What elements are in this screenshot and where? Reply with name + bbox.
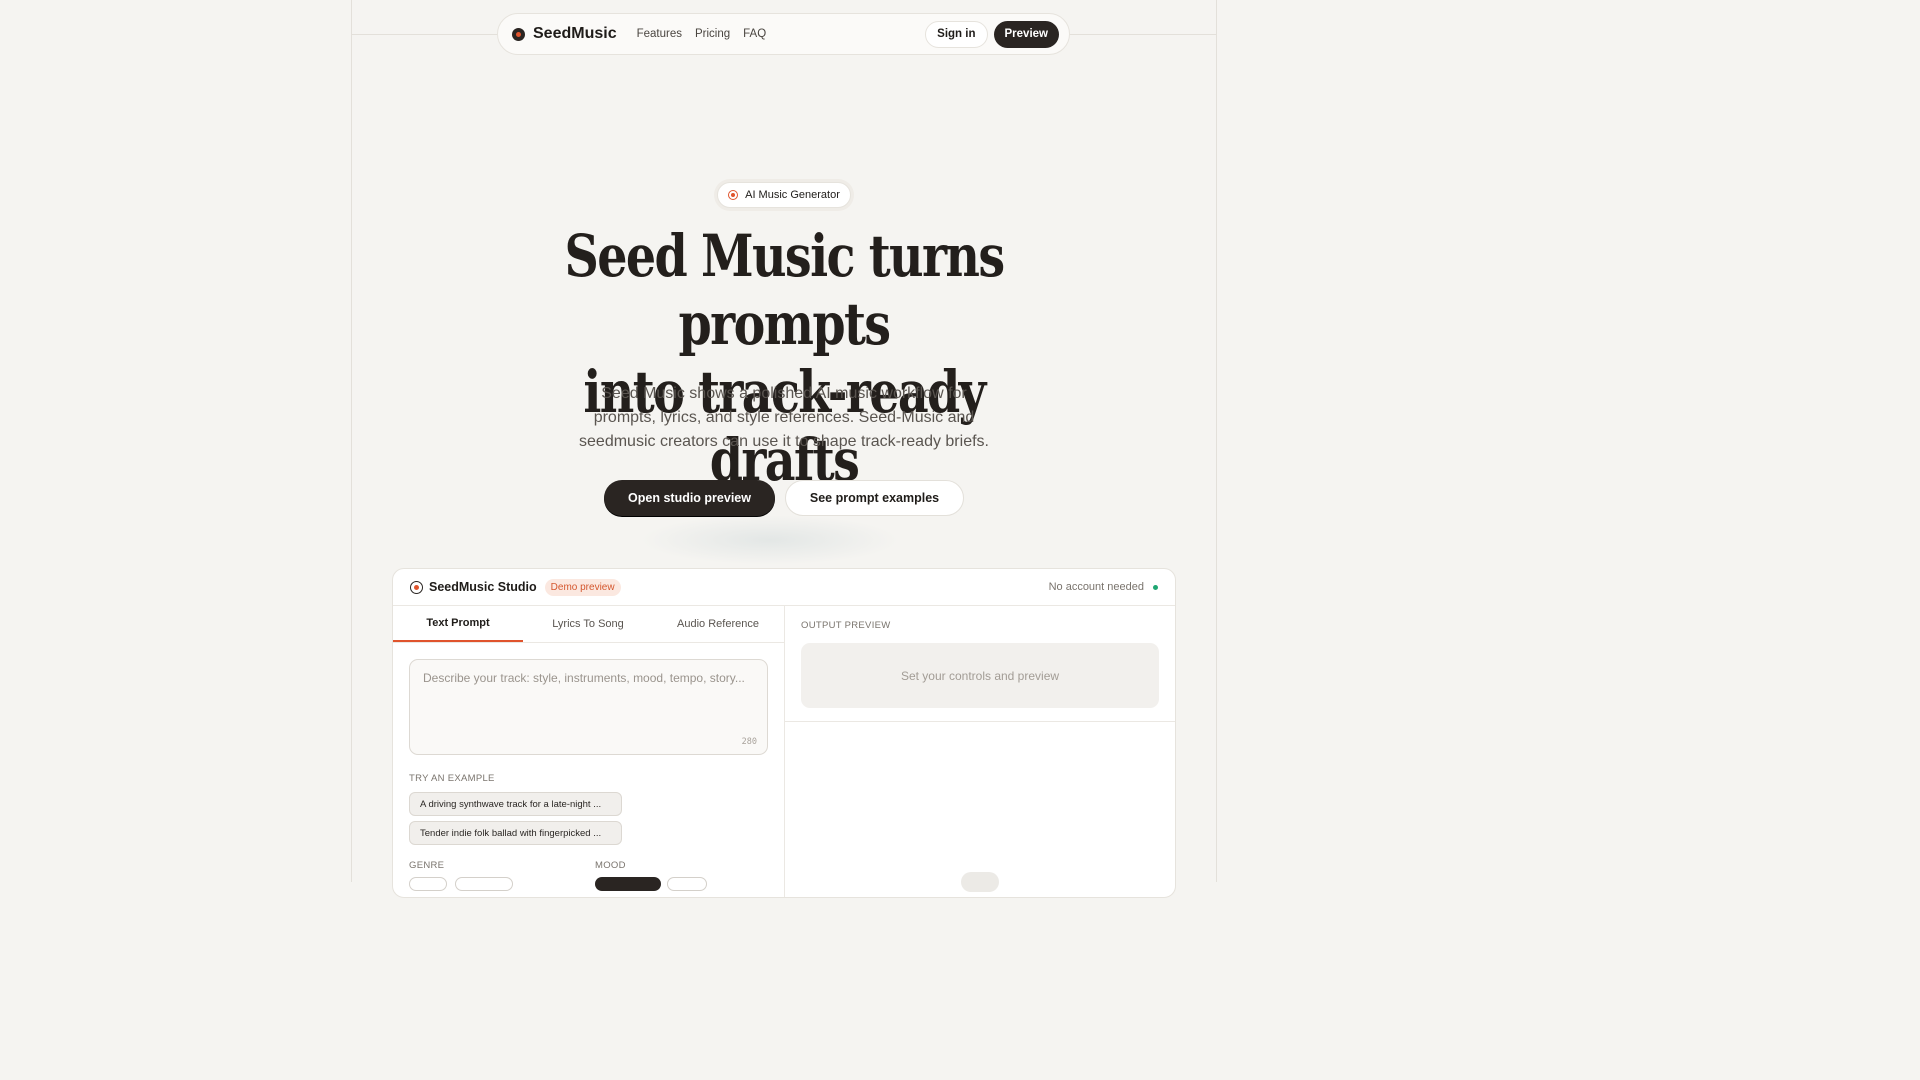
- preview-button[interactable]: Preview: [993, 20, 1059, 48]
- open-studio-preview-button[interactable]: Open studio preview: [604, 480, 775, 516]
- studio-card: SeedMusic Studio Demo preview No account…: [392, 568, 1176, 898]
- output-preview-box: Set your controls and preview: [801, 643, 1159, 708]
- hero-title-line-1: Seed Music turns prompts: [564, 222, 1006, 358]
- see-prompt-examples-button[interactable]: See prompt examples: [785, 480, 964, 516]
- examples-label: TRY AN EXAMPLE: [409, 773, 495, 784]
- genre-chip[interactable]: [455, 877, 513, 891]
- brand-logo-icon: [512, 27, 525, 41]
- input-tabs: Text Prompt Lyrics To Song Audio Referen…: [393, 606, 784, 643]
- example-chip-indie-folk[interactable]: Tender indie folk ballad with fingerpick…: [409, 821, 622, 845]
- genre-chip[interactable]: [409, 877, 447, 891]
- brand-name[interactable]: SeedMusic: [533, 25, 617, 43]
- nav-link-faq[interactable]: FAQ: [743, 28, 766, 40]
- studio-header: SeedMusic Studio Demo preview No account…: [393, 569, 1175, 606]
- mood-chip[interactable]: [667, 877, 707, 891]
- hero-glow: [640, 515, 900, 565]
- prompt-placeholder: Describe your track: style, instruments,…: [423, 671, 745, 685]
- generate-control[interactable]: [961, 872, 999, 892]
- layout-guide-right: [1216, 0, 1217, 882]
- status-dot-icon: [1153, 584, 1158, 590]
- mood-label: MOOD: [595, 860, 626, 871]
- mood-chip-selected[interactable]: [595, 877, 661, 891]
- studio-status: No account needed: [1049, 581, 1158, 593]
- output-placeholder: Set your controls and preview: [900, 668, 1060, 683]
- sign-in-button[interactable]: Sign in: [925, 20, 988, 48]
- tab-audio-reference[interactable]: Audio Reference: [653, 606, 783, 642]
- top-navbar: SeedMusic Features Pricing FAQ Sign in P…: [497, 13, 1070, 55]
- demo-badge: Demo preview: [544, 578, 621, 596]
- output-preview-label: OUTPUT PREVIEW: [801, 620, 891, 631]
- studio-body: Text Prompt Lyrics To Song Audio Referen…: [393, 606, 1175, 897]
- output-divider: [785, 721, 1175, 722]
- prompt-textarea[interactable]: Describe your track: style, instruments,…: [409, 659, 768, 755]
- example-chip-synthwave[interactable]: A driving synthwave track for a late-nig…: [409, 792, 622, 816]
- output-panel: OUTPUT PREVIEW Set your controls and pre…: [785, 606, 1175, 897]
- input-panel: Text Prompt Lyrics To Song Audio Referen…: [393, 606, 785, 897]
- studio-logo-icon: [410, 580, 423, 594]
- studio-status-text: No account needed: [1048, 581, 1144, 593]
- hero-subtitle: Seed Music shows a polished AI music wor…: [579, 385, 989, 450]
- tab-text-prompt[interactable]: Text Prompt: [393, 606, 523, 642]
- layout-guide-left: [351, 0, 352, 882]
- record-dot-icon: [728, 190, 739, 200]
- nav-link-features[interactable]: Features: [637, 28, 682, 40]
- studio-title: SeedMusic Studio: [429, 580, 537, 594]
- hero-badge: AI Music Generator: [717, 182, 851, 208]
- nav-link-pricing[interactable]: Pricing: [695, 28, 730, 40]
- hero-badge-label: AI Music Generator: [745, 189, 840, 201]
- genre-label: GENRE: [409, 860, 445, 871]
- tab-lyrics-to-song[interactable]: Lyrics To Song: [523, 606, 653, 642]
- char-count: 280: [741, 737, 757, 747]
